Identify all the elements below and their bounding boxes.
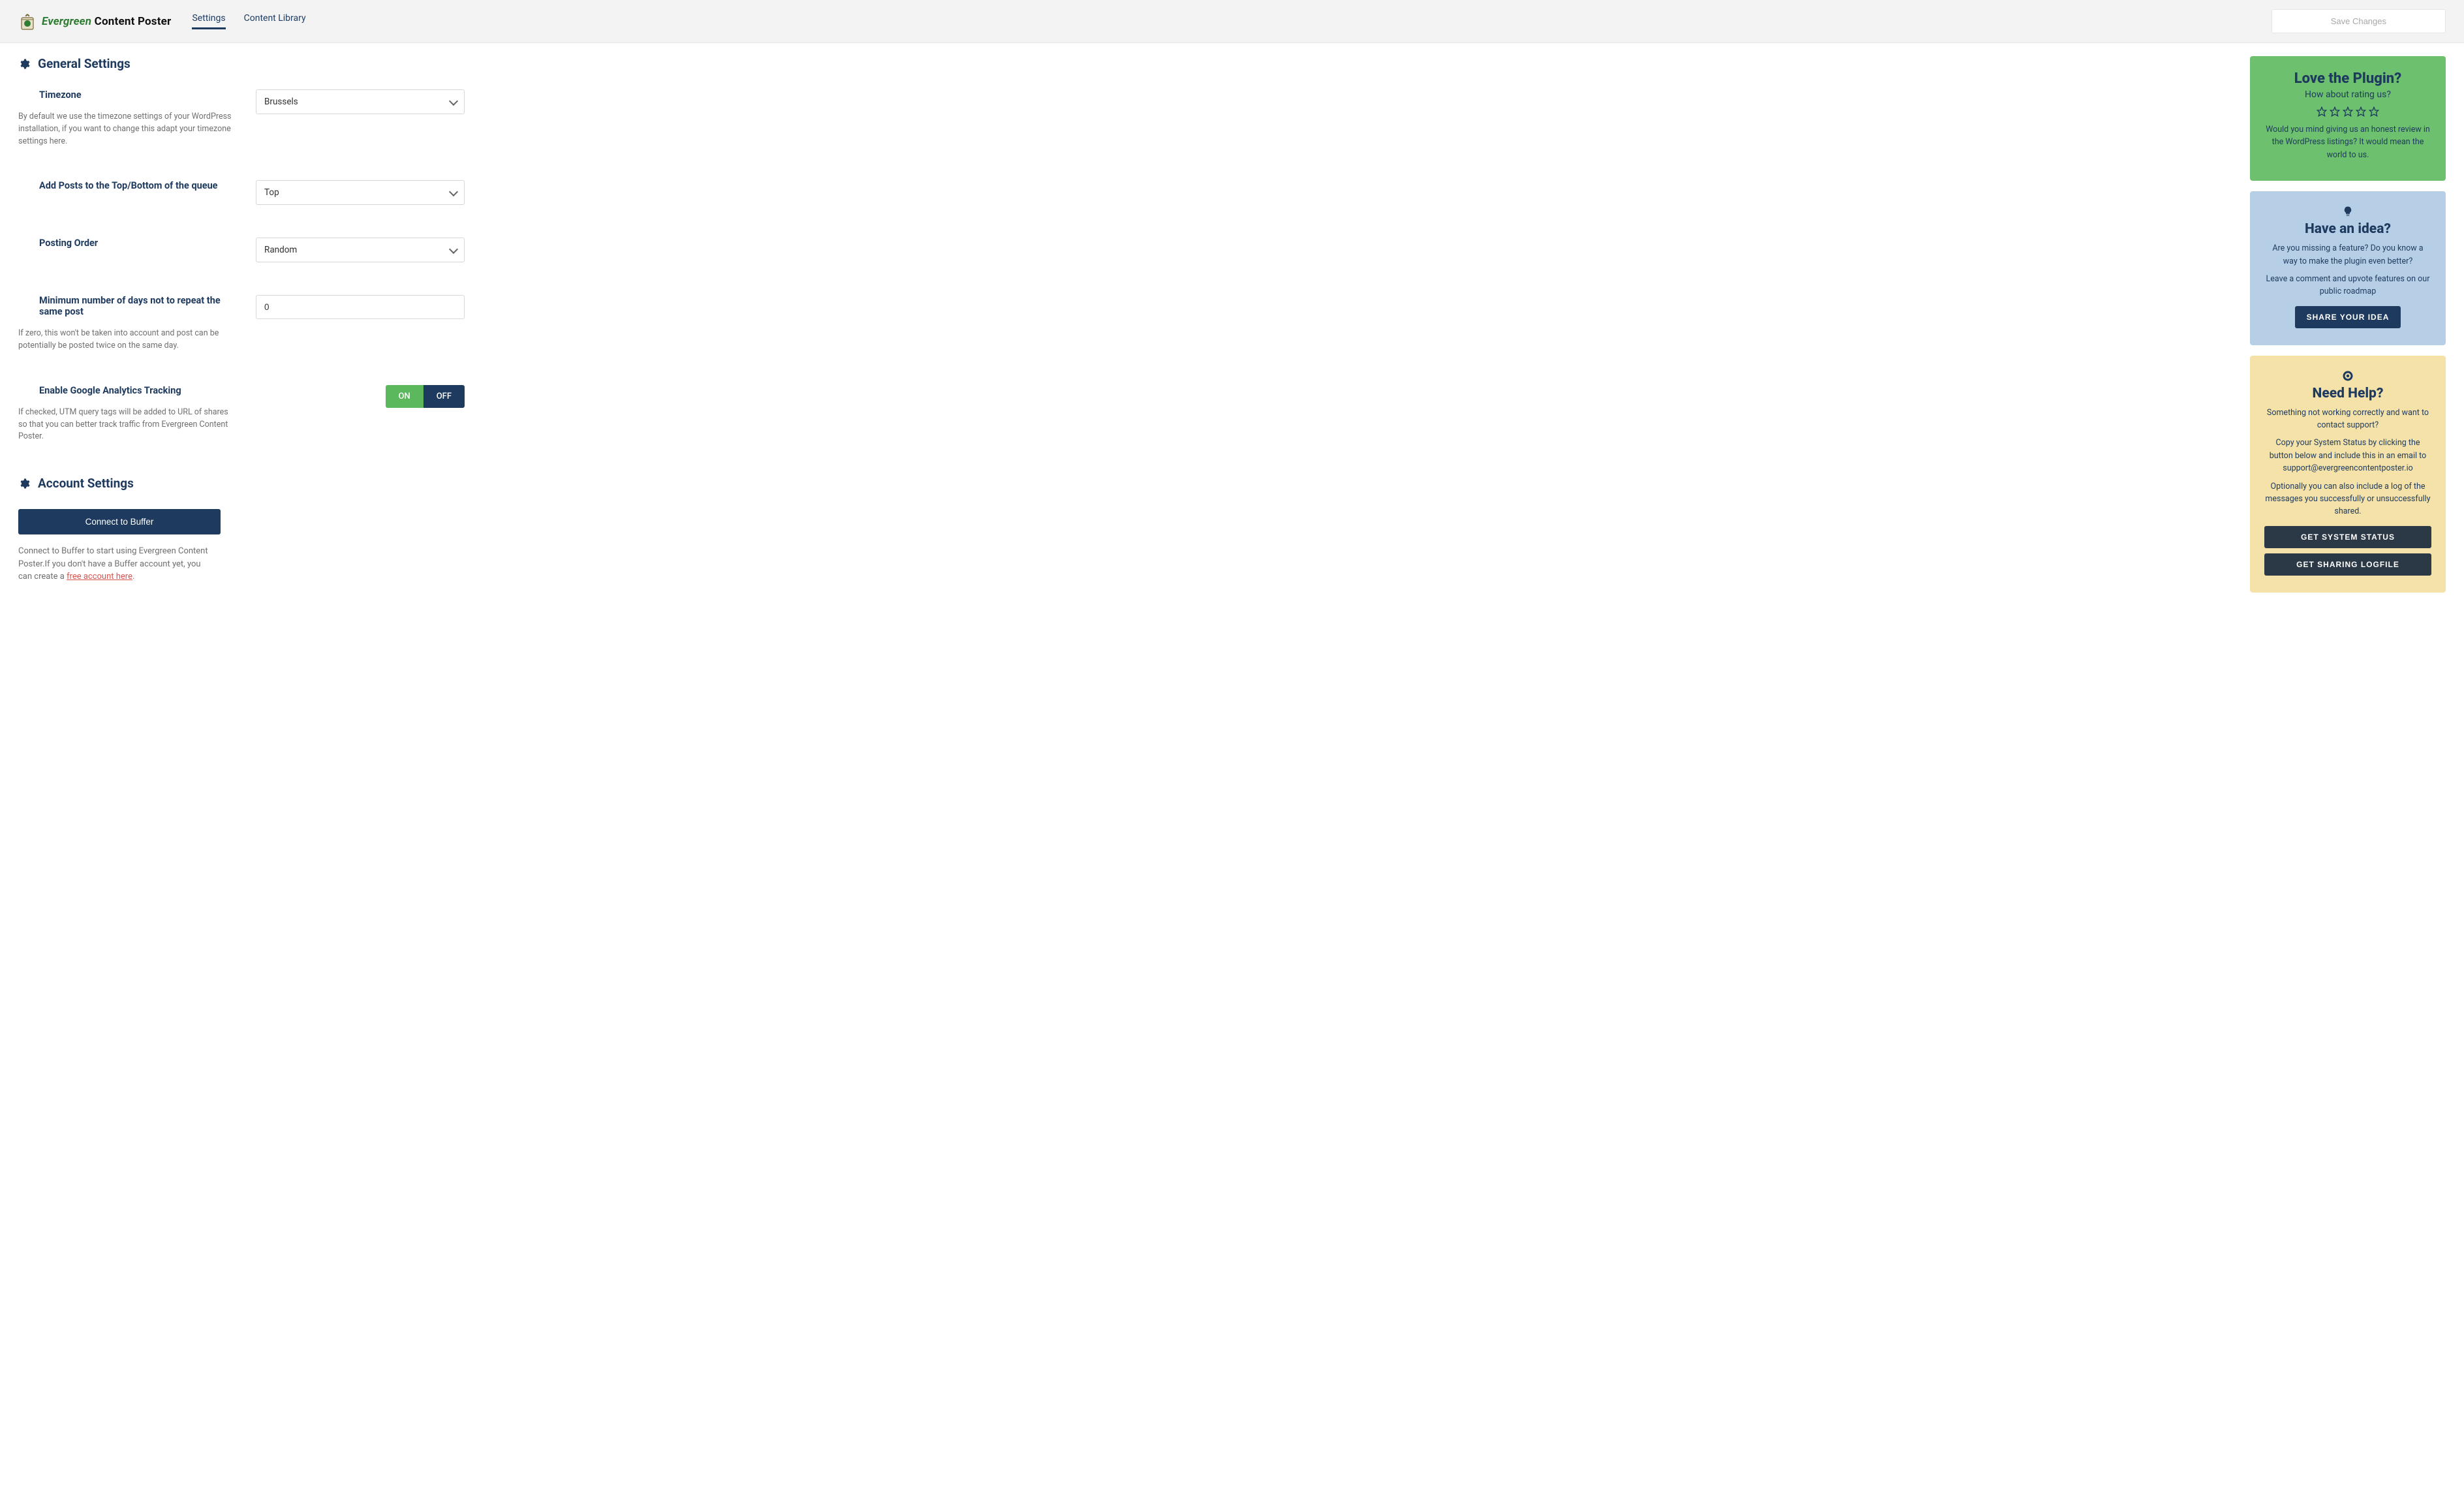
main-content: General Settings Timezone By default we … xyxy=(18,43,488,583)
nav-tabs: Settings Content Library xyxy=(192,13,305,29)
general-settings-heading: General Settings xyxy=(18,56,488,71)
rating-stars[interactable] xyxy=(2264,106,2431,117)
idea-p2: Leave a comment and upvote features on o… xyxy=(2264,273,2431,298)
timezone-help: By default we use the timezone settings … xyxy=(18,111,234,147)
idea-p1: Are you missing a feature? Do you know a… xyxy=(2264,242,2431,268)
ga-tracking-off[interactable]: OFF xyxy=(424,385,465,408)
ga-tracking-label: Enable Google Analytics Tracking xyxy=(39,385,240,396)
connect-buffer-button[interactable]: Connect to Buffer xyxy=(18,509,221,534)
help-p3: Optionally you can also include a log of… xyxy=(2264,480,2431,518)
lightbulb-icon xyxy=(2342,206,2354,217)
timezone-select[interactable]: Brussels xyxy=(256,89,465,114)
star-icon[interactable] xyxy=(2356,106,2366,117)
posting-order-select[interactable]: Random xyxy=(256,238,465,262)
star-icon[interactable] xyxy=(2317,106,2327,117)
share-idea-button[interactable]: SHARE YOUR IDEA xyxy=(2295,306,2401,328)
timezone-label: Timezone xyxy=(39,89,240,101)
ga-tracking-help: If checked, UTM query tags will be added… xyxy=(18,407,234,443)
queue-position-label: Add Posts to the Top/Bottom of the queue xyxy=(39,180,240,191)
logo-text: Evergreen Content Poster xyxy=(42,15,171,28)
account-settings-title: Account Settings xyxy=(38,476,134,491)
save-changes-button[interactable]: Save Changes xyxy=(2272,9,2446,33)
setting-posting-order: Posting Order Random xyxy=(18,238,488,262)
gear-icon xyxy=(18,58,30,70)
setting-min-days: Minimum number of days not to repeat the… xyxy=(18,295,488,352)
star-icon[interactable] xyxy=(2330,106,2340,117)
min-days-help: If zero, this won't be taken into accoun… xyxy=(18,328,234,352)
general-settings-title: General Settings xyxy=(38,56,131,71)
setting-timezone: Timezone By default we use the timezone … xyxy=(18,89,488,147)
connect-help-post: . xyxy=(132,572,134,581)
top-bar: Evergreen Content Poster Settings Conten… xyxy=(0,0,2464,43)
min-days-input[interactable] xyxy=(256,295,465,319)
rating-title: Love the Plugin? xyxy=(2264,70,2431,87)
account-settings-heading: Account Settings xyxy=(18,476,488,491)
get-sharing-logfile-button[interactable]: GET SHARING LOGFILE xyxy=(2264,553,2431,576)
idea-card: Have an idea? Are you missing a feature?… xyxy=(2250,191,2446,345)
logo-text-green: Evergreen xyxy=(42,15,91,28)
sidebar: Love the Plugin? How about rating us? Wo… xyxy=(2250,43,2446,593)
help-p1: Something not working correctly and want… xyxy=(2264,407,2431,432)
tab-content-library[interactable]: Content Library xyxy=(244,13,306,29)
posting-order-label: Posting Order xyxy=(39,238,240,249)
help-title: Need Help? xyxy=(2264,386,2431,401)
gear-icon xyxy=(18,478,30,489)
setting-queue-position: Add Posts to the Top/Bottom of the queue… xyxy=(18,180,488,205)
connect-buffer-help: Connect to Buffer to start using Evergre… xyxy=(18,545,214,583)
rating-body: Would you mind giving us an honest revie… xyxy=(2264,123,2431,161)
star-icon[interactable] xyxy=(2369,106,2379,117)
rating-card: Love the Plugin? How about rating us? Wo… xyxy=(2250,56,2446,181)
lifebuoy-icon xyxy=(2342,370,2354,382)
logo-text-black: Content Poster xyxy=(91,15,171,28)
setting-ga-tracking: Enable Google Analytics Tracking If chec… xyxy=(18,385,488,443)
free-account-link[interactable]: free account here xyxy=(67,572,132,581)
tab-settings[interactable]: Settings xyxy=(192,13,225,29)
help-p2: Copy your System Status by clicking the … xyxy=(2264,437,2431,474)
star-icon[interactable] xyxy=(2343,106,2353,117)
min-days-label: Minimum number of days not to repeat the… xyxy=(39,295,240,317)
logo: Evergreen Content Poster xyxy=(18,11,171,32)
get-system-status-button[interactable]: GET SYSTEM STATUS xyxy=(2264,526,2431,548)
ga-tracking-on[interactable]: ON xyxy=(386,385,424,408)
rating-subtitle: How about rating us? xyxy=(2264,89,2431,100)
ga-tracking-toggle: ON OFF xyxy=(386,385,465,408)
queue-position-select[interactable]: Top xyxy=(256,180,465,205)
help-card: Need Help? Something not working correct… xyxy=(2250,356,2446,593)
idea-title: Have an idea? xyxy=(2264,221,2431,237)
logo-icon xyxy=(18,11,37,32)
